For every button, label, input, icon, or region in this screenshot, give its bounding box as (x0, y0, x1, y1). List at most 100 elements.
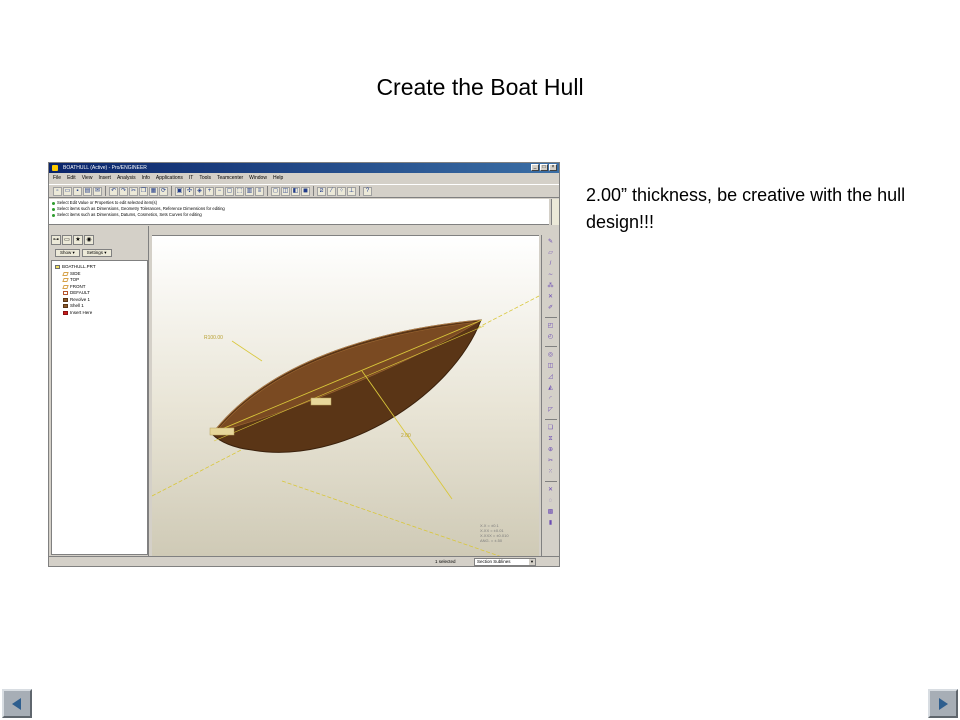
message-line: Select items such as Dimensions, Datums,… (52, 212, 546, 218)
offset-tool-icon[interactable]: ◌ (546, 497, 555, 506)
close-icon[interactable]: × (549, 164, 557, 171)
thicken-tool-icon[interactable]: ▩ (546, 508, 555, 517)
hull-model-graphic: R100.00 2.00 (152, 295, 539, 557)
csys-tool-icon[interactable]: ✕ (546, 293, 555, 302)
toolbar-separator (171, 186, 172, 196)
reorient-icon[interactable]: ⬚ (235, 186, 244, 196)
undo-icon[interactable]: ↶ (109, 186, 118, 196)
minimize-icon[interactable]: _ (531, 164, 539, 171)
slide-note: 2.00” thickness, be creative with the hu… (586, 185, 906, 232)
chamfer-tool-icon[interactable]: ◸ (546, 406, 555, 415)
edit-icon[interactable]: ✎ (546, 238, 555, 247)
datum-axes-icon[interactable]: ⁄ (327, 186, 336, 196)
selection-filter-dropdown[interactable]: Section Sublines ▼ (474, 558, 536, 566)
menu-tools[interactable]: Tools (199, 173, 211, 183)
menu-window[interactable]: Window (249, 173, 267, 183)
email-icon[interactable]: ✉ (93, 186, 102, 196)
extrude-tool-icon[interactable]: ◰ (546, 322, 555, 331)
merge-tool-icon[interactable]: ⊕ (546, 446, 555, 455)
round-tool-icon[interactable]: ◜ (546, 395, 555, 404)
saved-views-icon[interactable]: ▥ (245, 186, 254, 196)
menu-file[interactable]: File (53, 173, 61, 183)
datum-planes-icon[interactable]: ⧄ (317, 186, 326, 196)
maximize-icon[interactable]: □ (540, 164, 548, 171)
message-scrollbar[interactable] (551, 199, 559, 225)
redo-icon[interactable]: ↷ (119, 186, 128, 196)
no-hidden-icon[interactable]: ◧ (291, 186, 300, 196)
info-icon (52, 213, 55, 217)
next-slide-button[interactable] (928, 689, 958, 718)
toolbar-separator (544, 346, 557, 347)
intersect-tool-icon[interactable]: ✕ (546, 486, 555, 495)
settings-dropdown[interactable]: Settings ▾ (81, 249, 112, 257)
message-area: Select Edit Value or Properties to edit … (49, 199, 549, 225)
toolbar-separator (105, 186, 106, 196)
open-file-icon[interactable]: ▭ (63, 186, 72, 196)
toolbar-separator (359, 186, 360, 196)
regenerate-icon[interactable]: ⟳ (159, 186, 168, 196)
copy-feature-icon[interactable]: ❏ (546, 424, 555, 433)
radius-dimension[interactable]: R100.00 (204, 335, 223, 341)
draft-tool-icon[interactable]: ◭ (546, 384, 555, 393)
revolve-tool-icon[interactable]: ◴ (546, 333, 555, 342)
hole-tool-icon[interactable]: ◎ (546, 351, 555, 360)
toolbar-separator (544, 419, 557, 420)
cut-icon[interactable]: ✂ (129, 186, 138, 196)
menu-view[interactable]: View (82, 173, 93, 183)
previous-slide-button[interactable] (2, 689, 32, 718)
model-tree-tab-icon[interactable]: ⊶ (51, 235, 61, 245)
dimension-tag[interactable] (310, 397, 332, 406)
tree-item-insert-here[interactable]: Insert Here (55, 310, 144, 317)
window-titlebar: BOATHULL (Active) - Pro/ENGINEER _ □ × (49, 163, 559, 173)
mirror-tool-icon[interactable]: ⧖ (546, 435, 555, 444)
rib-tool-icon[interactable]: ◿ (546, 373, 555, 382)
csys-icon[interactable]: ⊥ (347, 186, 356, 196)
datum-plane-tool-icon[interactable]: ▱ (546, 249, 555, 258)
dimension-tag[interactable] (209, 427, 235, 436)
copy-icon[interactable]: ❐ (139, 186, 148, 196)
thickness-dimension[interactable]: 2.00 (401, 433, 411, 439)
show-dropdown[interactable]: Show ▾ (55, 249, 80, 257)
context-help-icon[interactable]: ? (363, 186, 372, 196)
info-icon (52, 201, 55, 205)
menu-teamcenter[interactable]: Teamcenter (217, 173, 243, 183)
hidden-line-icon[interactable]: ◫ (281, 186, 290, 196)
datum-axis-tool-icon[interactable]: / (546, 260, 555, 269)
menu-help[interactable]: Help (273, 173, 283, 183)
solidify-tool-icon[interactable]: ▮ (546, 519, 555, 528)
menu-it[interactable]: IT (189, 173, 193, 183)
toolbar-separator (313, 186, 314, 196)
menu-info[interactable]: Info (142, 173, 150, 183)
datum-points-icon[interactable]: ⁘ (337, 186, 346, 196)
layers-icon[interactable]: ≡ (255, 186, 264, 196)
toolbar-separator (544, 481, 557, 482)
trim-tool-icon[interactable]: ✂ (546, 457, 555, 466)
spin-center-icon[interactable]: ✣ (185, 186, 194, 196)
print-icon[interactable]: ▤ (83, 186, 92, 196)
shell-icon (63, 304, 68, 309)
favorites-tab-icon[interactable]: ★ (73, 235, 83, 245)
save-icon[interactable]: ▪ (73, 186, 82, 196)
folder-browser-tab-icon[interactable]: ▭ (62, 235, 72, 245)
new-file-icon[interactable]: ▫ (53, 186, 62, 196)
revolve-icon (63, 297, 68, 302)
menu-analysis[interactable]: Analysis (117, 173, 136, 183)
wireframe-icon[interactable]: ◻ (271, 186, 280, 196)
zoom-out-icon[interactable]: − (215, 186, 224, 196)
paste-icon[interactable]: ▦ (149, 186, 158, 196)
pattern-tool-icon[interactable]: ⁙ (546, 468, 555, 477)
menu-applications[interactable]: Applications (156, 173, 183, 183)
web-tab-icon[interactable]: ◉ (84, 235, 94, 245)
repaint-icon[interactable]: ▣ (175, 186, 184, 196)
zoom-in-icon[interactable]: + (205, 186, 214, 196)
sketch-tool-icon[interactable]: ✐ (546, 304, 555, 313)
shell-tool-icon[interactable]: ◫ (546, 362, 555, 371)
shading-icon[interactable]: ◼ (301, 186, 310, 196)
menu-edit[interactable]: Edit (67, 173, 76, 183)
datum-point-tool-icon[interactable]: ⁂ (546, 282, 555, 291)
datum-curve-tool-icon[interactable]: ∼ (546, 271, 555, 280)
refit-icon[interactable]: ▢ (225, 186, 234, 196)
menu-insert[interactable]: Insert (98, 173, 111, 183)
orient-icon[interactable]: ◈ (195, 186, 204, 196)
graphics-viewport[interactable]: R100.00 2.00 X.X = ±0.1 X.XX = ±0.01 X.X… (152, 235, 539, 557)
